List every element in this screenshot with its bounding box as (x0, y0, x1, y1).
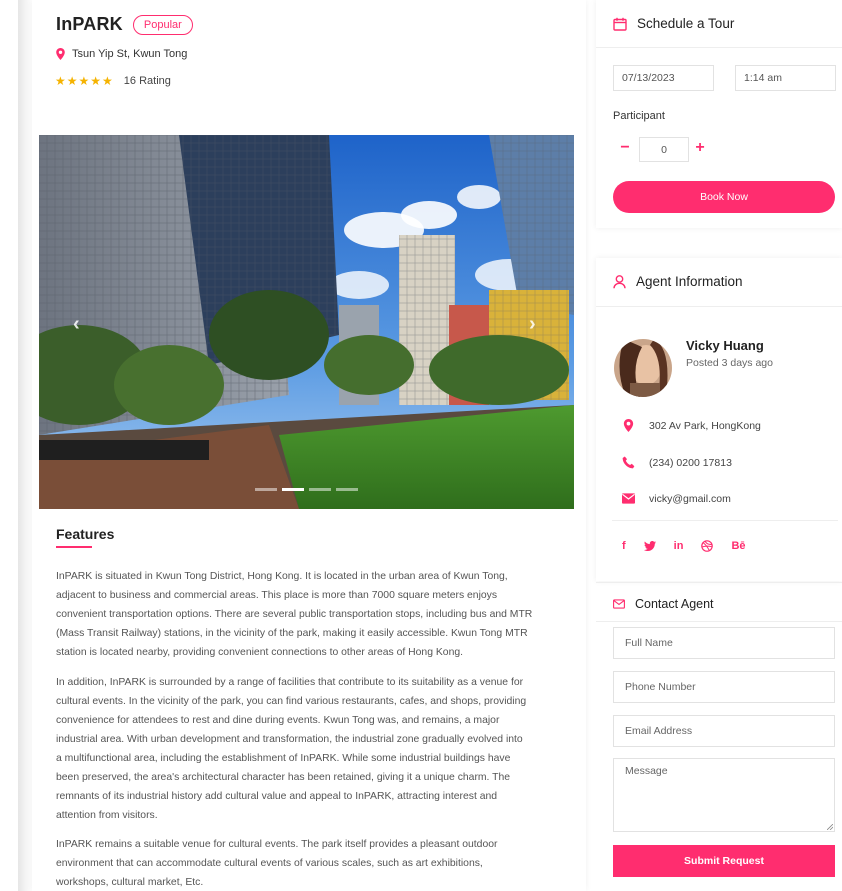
book-now-button[interactable]: Book Now (613, 181, 835, 213)
gallery-dot[interactable] (255, 488, 277, 491)
user-icon (613, 274, 626, 288)
participant-increase-button[interactable]: + (692, 140, 708, 156)
rating-count: 16 Rating (123, 75, 171, 87)
contact-agent-title: Contact Agent (635, 597, 714, 611)
gallery-next-arrow-icon[interactable]: › (529, 313, 536, 336)
participant-label: Participant (613, 110, 665, 122)
tour-time-input[interactable]: 1:14 am (735, 65, 836, 91)
gallery-dot-active[interactable] (282, 488, 304, 491)
features-paragraph-1: InPARK is situated in Kwun Tong District… (56, 571, 533, 658)
agent-email-row: vicky@gmail.com (622, 492, 731, 505)
location-pin-icon (623, 419, 634, 432)
location-pin-icon (56, 48, 65, 60)
submit-request-button[interactable]: Submit Request (613, 845, 835, 877)
gallery-photo (39, 135, 574, 509)
location-text: Tsun Yip St, Kwun Tong (72, 48, 188, 60)
message-textarea[interactable]: Message (613, 758, 835, 832)
schedule-tour-title: Schedule a Tour (637, 16, 735, 31)
features-heading: Features (56, 526, 115, 542)
page-edge-shadow (18, 0, 32, 891)
features-paragraph-3: InPARK remains a suitable venue for cult… (56, 839, 498, 888)
envelope-icon (622, 493, 635, 504)
resize-handle-icon[interactable] (827, 824, 833, 830)
agent-name[interactable]: Vicky Huang (686, 338, 764, 353)
gallery-dot[interactable] (309, 488, 331, 491)
dribbble-icon[interactable] (701, 540, 714, 552)
divider (612, 520, 838, 521)
gallery-dot[interactable] (336, 488, 358, 491)
agent-posted-time: Posted 3 days ago (686, 357, 773, 369)
listing-rating: ★★★★★ 16 Rating (55, 74, 171, 88)
twitter-icon[interactable] (643, 541, 656, 551)
envelope-outline-icon (613, 599, 625, 609)
divider (596, 306, 842, 307)
gallery-pagination (255, 488, 358, 491)
agent-phone-row: (234) 0200 17813 (622, 456, 732, 469)
phone-number-input[interactable]: Phone Number (613, 671, 835, 703)
divider (596, 47, 842, 48)
divider (596, 621, 842, 622)
full-name-input[interactable]: Full Name (613, 627, 835, 659)
star-rating-icon: ★★★★★ (55, 74, 114, 88)
agent-information-header: Agent Information (613, 274, 743, 289)
contact-agent-header: Contact Agent (613, 597, 714, 611)
linkedin-icon[interactable]: in (674, 540, 684, 552)
gallery-slider[interactable]: ‹ › (39, 135, 574, 509)
listing-header: InPARK Popular (56, 14, 193, 35)
participant-count-input[interactable]: 0 (639, 137, 689, 162)
agent-email[interactable]: vicky@gmail.com (649, 493, 731, 505)
features-paragraph-2: In addition, InPARK is surrounded by a r… (56, 677, 527, 821)
schedule-tour-header: Schedule a Tour (613, 16, 734, 31)
facebook-icon[interactable]: f (622, 540, 626, 552)
tour-date-input[interactable]: 07/13/2023 (613, 65, 714, 91)
agent-social-links: f in Bē (622, 540, 746, 552)
popular-badge: Popular (132, 14, 193, 35)
behance-icon[interactable]: Bē (731, 540, 745, 552)
agent-address: 302 Av Park, HongKong (649, 419, 761, 432)
listing-location: Tsun Yip St, Kwun Tong (56, 48, 187, 60)
agent-address-row: 302 Av Park, HongKong (622, 419, 761, 432)
listing-title: InPARK (56, 14, 123, 34)
calendar-icon (613, 17, 627, 31)
divider (596, 582, 842, 583)
agent-phone[interactable]: (234) 0200 17813 (649, 457, 732, 469)
email-address-input[interactable]: Email Address (613, 715, 835, 747)
agent-avatar[interactable] (614, 339, 672, 397)
phone-icon (622, 456, 635, 469)
features-underline (56, 546, 92, 548)
participant-decrease-button[interactable]: − (617, 140, 633, 156)
gallery-prev-arrow-icon[interactable]: ‹ (73, 313, 80, 336)
agent-information-title: Agent Information (636, 274, 743, 289)
